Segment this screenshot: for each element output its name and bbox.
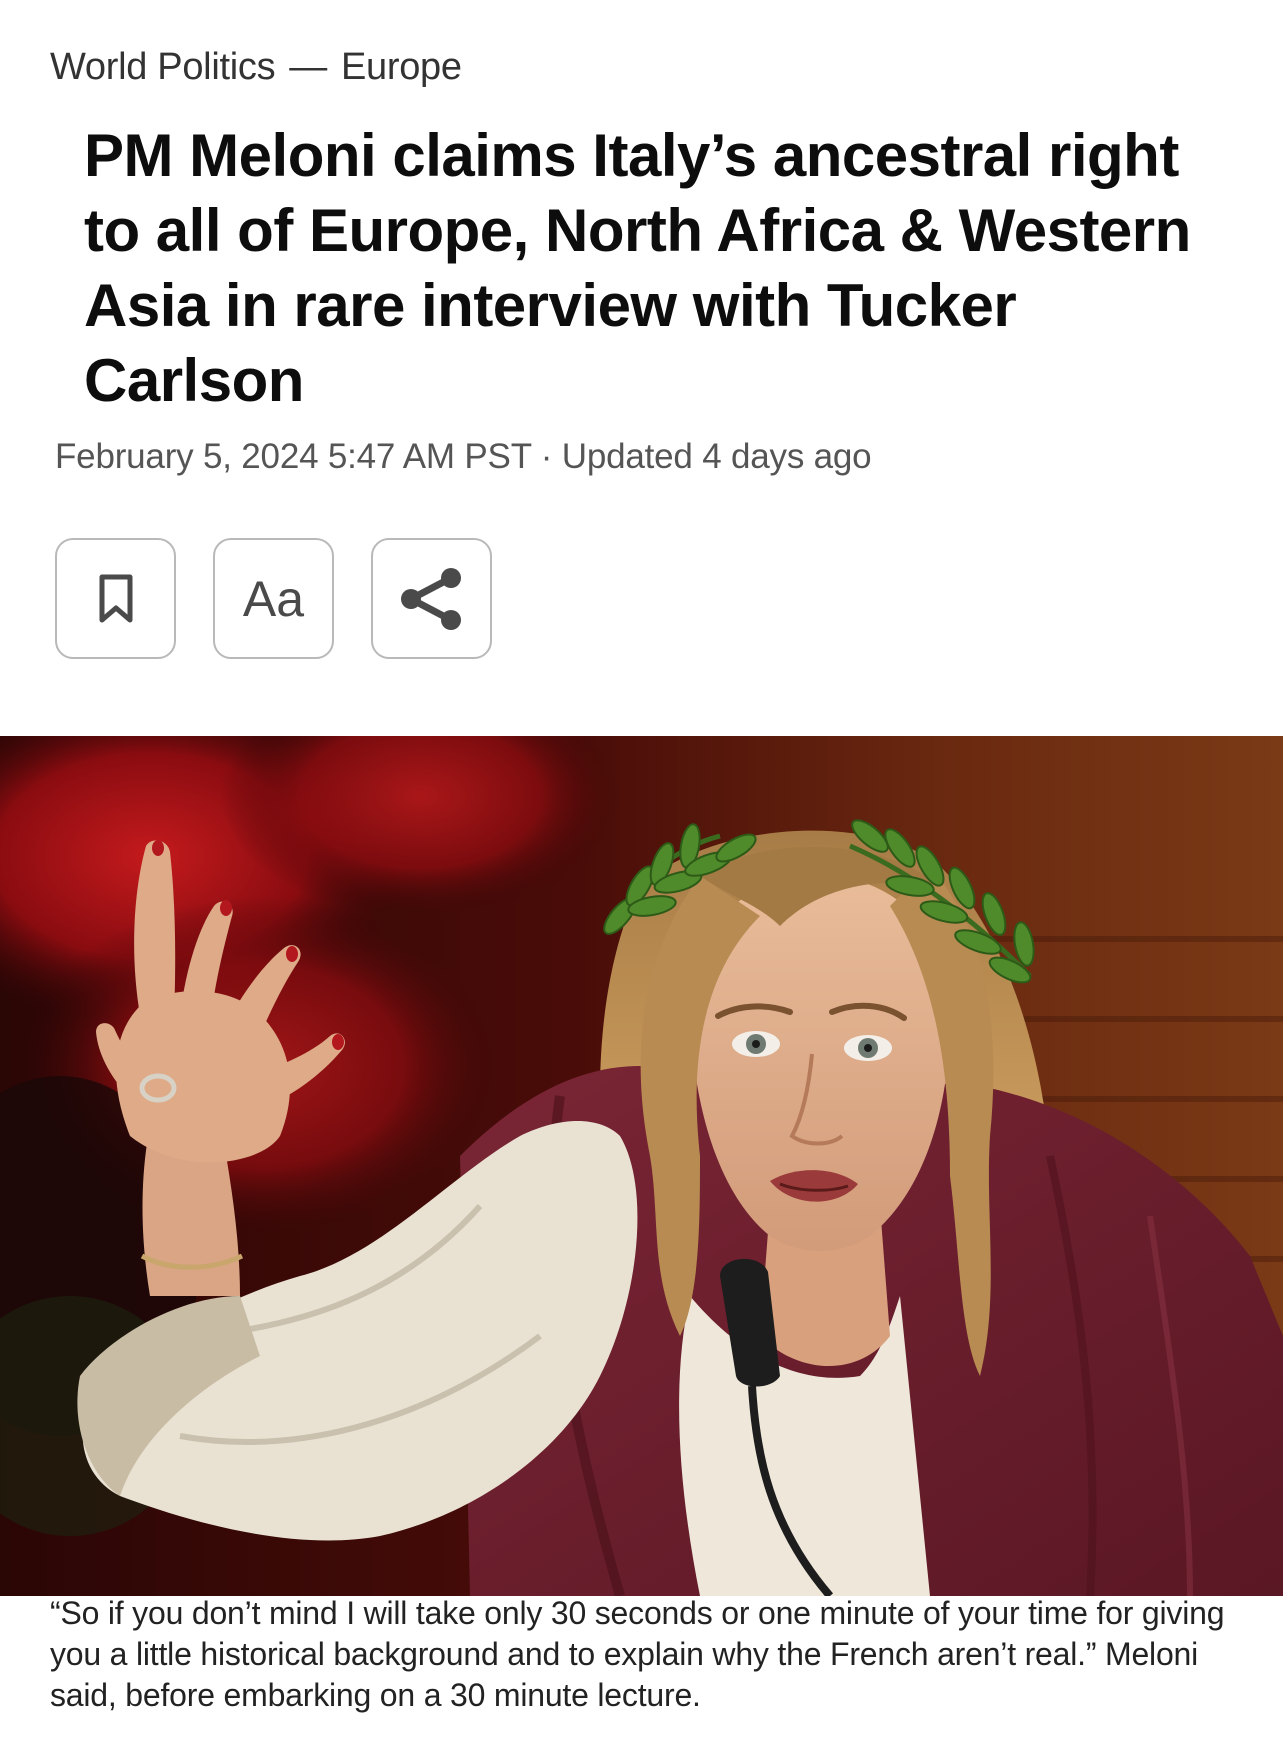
meloni-laurel-illustration: [0, 736, 1283, 1596]
share-icon: [400, 567, 461, 630]
breadcrumb: World Politics — Europe: [50, 46, 462, 89]
article-headline: PM Meloni claims Italy’s ancestral right…: [84, 122, 1191, 414]
article-toolbar: Aa: [55, 538, 492, 659]
breadcrumb-separator: —: [289, 46, 327, 88]
text-size-button[interactable]: Aa: [213, 538, 334, 659]
bookmark-icon: [99, 574, 132, 622]
breadcrumb-subsection[interactable]: Europe: [341, 46, 462, 88]
article-hero-image: [0, 736, 1283, 1596]
breadcrumb-section[interactable]: World Politics: [50, 46, 276, 88]
share-button[interactable]: [371, 538, 492, 659]
bookmark-button[interactable]: [55, 538, 176, 659]
image-caption: “So if you don’t mind I will take only 3…: [50, 1595, 1225, 1713]
article-dateline: February 5, 2024 5:47 AM PST · Updated 4…: [55, 437, 872, 476]
text-size-label: Aa: [242, 570, 305, 627]
